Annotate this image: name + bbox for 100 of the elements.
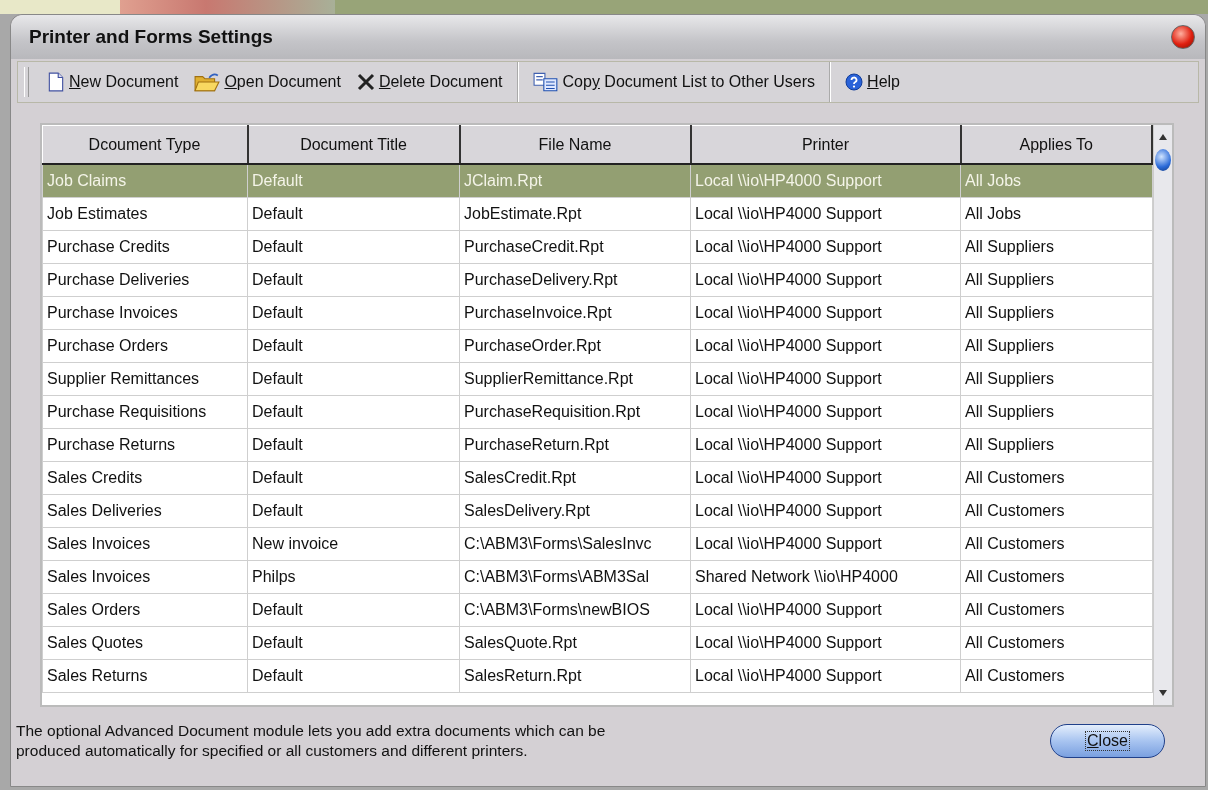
down-arrow-icon[interactable] [1158,689,1168,697]
table-cell: All Suppliers [960,329,1152,363]
close-button[interactable]: Close [1050,724,1165,758]
table-cell: Default [247,395,460,429]
table-row[interactable]: Purchase Credits Default PurchaseCredit.Rpt Local \\io\HP4000 Support All Suppliers [42,230,1152,264]
table-row[interactable]: Sales Invoices Philps C:\ABM3\Forms\ABM3Sal Shared Network \\io\HP4000 All Customers [42,560,1152,594]
table-cell: SalesQuote.Rpt [459,626,691,660]
table-cell: Sales Quotes [42,626,248,660]
toolbar-button[interactable]: New Document [39,68,187,96]
table-row[interactable]: Purchase Invoices Default PurchaseInvoice.Rpt Local \\io\HP4000 Support All Suppliers [42,296,1152,330]
table-cell: Local \\io\HP4000 Support [690,296,961,330]
page-icon [47,72,65,92]
table-cell: All Customers [960,560,1152,594]
table-cell: Local \\io\HP4000 Support [690,263,961,297]
table-cell: Shared Network \\io\HP4000 [690,560,961,594]
table-cell: Default [247,164,460,198]
table-cell: Local \\io\HP4000 Support [690,494,961,528]
table-cell: Default [247,494,460,528]
toolbar-button[interactable]: Delete Document [348,68,511,96]
cross-icon [356,72,375,92]
table-cell: All Suppliers [960,263,1152,297]
scroll-thumb[interactable] [1155,149,1171,171]
table-cell: All Jobs [960,164,1152,198]
table-cell: Default [247,263,460,297]
table-row[interactable]: Supplier Remittances Default SupplierRemittance.Rpt Local \\io\HP4000 Support All Suppliers [42,362,1152,396]
table-cell: Purchase Returns [42,428,248,462]
table-cell: SalesDelivery.Rpt [459,494,691,528]
table-cell: Default [247,197,460,231]
table-cell: Local \\io\HP4000 Support [690,230,961,264]
table-cell: Job Estimates [42,197,248,231]
table-row[interactable]: Sales Credits Default SalesCredit.Rpt Local \\io\HP4000 Support All Customers [42,461,1152,495]
table-row[interactable]: Sales Orders Default C:\ABM3\Forms\newBIOS Local \\io\HP4000 Support All Customers [42,593,1152,627]
table-cell: Philps [247,560,460,594]
table-cell: Sales Returns [42,659,248,693]
table-cell: PurchaseOrder.Rpt [459,329,691,363]
table-cell: SalesReturn.Rpt [459,659,691,693]
table-cell: All Customers [960,494,1152,528]
table-cell: JClaim.Rpt [459,164,691,198]
table-cell: All Customers [960,593,1152,627]
table-row[interactable]: Purchase Returns Default PurchaseReturn.Rpt Local \\io\HP4000 Support All Suppliers [42,428,1152,462]
table-cell: Local \\io\HP4000 Support [690,626,961,660]
table-row[interactable]: Purchase Deliveries Default PurchaseDelivery.Rpt Local \\io\HP4000 Support All Suppliers [42,263,1152,297]
table-cell: Default [247,428,460,462]
table-cell: Purchase Requisitions [42,395,248,429]
column-header[interactable]: Dcoument Type [42,125,248,164]
table-cell: Default [247,329,460,363]
table-cell: All Jobs [960,197,1152,231]
table-cell: PurchaseInvoice.Rpt [459,296,691,330]
table-cell: Local \\io\HP4000 Support [690,527,961,561]
toolbar-button[interactable]: Help [837,68,908,96]
column-header[interactable]: File Name [459,125,691,164]
table-cell: Default [247,296,460,330]
table-row[interactable]: Purchase Orders Default PurchaseOrder.Rpt Local \\io\HP4000 Support All Suppliers [42,329,1152,363]
column-header[interactable]: Printer [690,125,961,164]
toolbar-button[interactable]: Open Document [186,68,349,96]
table-cell: JobEstimate.Rpt [459,197,691,231]
column-header[interactable]: Applies To [960,125,1152,164]
table-cell: All Suppliers [960,296,1152,330]
column-header[interactable]: Document Title [247,125,460,164]
table-cell: Job Claims [42,164,248,198]
toolbar-button[interactable]: Copy Document List to Other Users [524,68,824,96]
table-cell: PurchaseRequisition.Rpt [459,395,691,429]
table-cell: PurchaseCredit.Rpt [459,230,691,264]
copy-icon [532,72,559,92]
table-cell: Default [247,461,460,495]
table-cell: Local \\io\HP4000 Support [690,461,961,495]
table-row[interactable]: Purchase Requisitions Default PurchaseRequisition.Rpt Local \\io\HP4000 Support All Suppliers [42,395,1152,429]
table-cell: PurchaseReturn.Rpt [459,428,691,462]
table-cell: Default [247,362,460,396]
table-row[interactable]: Job Estimates Default JobEstimate.Rpt Local \\io\HP4000 Support All Jobs [42,197,1152,231]
table-cell: All Suppliers [960,362,1152,396]
table-cell: All Suppliers [960,230,1152,264]
table-cell: Purchase Orders [42,329,248,363]
table-cell: All Customers [960,461,1152,495]
table-cell: Purchase Deliveries [42,263,248,297]
table-cell: All Customers [960,527,1152,561]
table-cell: Supplier Remittances [42,362,248,396]
table-cell: C:\ABM3\Forms\SalesInvc [459,527,691,561]
help-icon [845,72,864,92]
table-cell: Local \\io\HP4000 Support [690,329,961,363]
table-cell: Local \\io\HP4000 Support [690,197,961,231]
close-icon[interactable] [1171,25,1195,49]
scrollbar[interactable] [1153,125,1172,705]
table-cell: Sales Deliveries [42,494,248,528]
up-arrow-icon[interactable] [1158,133,1168,141]
table-row[interactable]: Sales Deliveries Default SalesDelivery.Rpt Local \\io\HP4000 Support All Customers [42,494,1152,528]
table-cell: Default [247,626,460,660]
table-cell: All Suppliers [960,428,1152,462]
table-cell: SupplierRemittance.Rpt [459,362,691,396]
table-cell: Sales Credits [42,461,248,495]
table-row[interactable]: Sales Quotes Default SalesQuote.Rpt Local \\io\HP4000 Support All Customers [42,626,1152,660]
table-cell: SalesCredit.Rpt [459,461,691,495]
table-cell: All Customers [960,626,1152,660]
table-cell: Local \\io\HP4000 Support [690,164,961,198]
table-cell: Sales Orders [42,593,248,627]
table-row[interactable]: Sales Returns Default SalesReturn.Rpt Local \\io\HP4000 Support All Customers [42,659,1152,693]
table-cell: Sales Invoices [42,560,248,594]
info-text: The optional Advanced Document module lets you add extra documents which can be produced automatically for specified or all customers and different printers. [16,721,607,761]
table-row[interactable]: Sales Invoices New invoice C:\ABM3\Forms\SalesInvc Local \\io\HP4000 Support All Customers [42,527,1152,561]
table-cell: Default [247,659,460,693]
